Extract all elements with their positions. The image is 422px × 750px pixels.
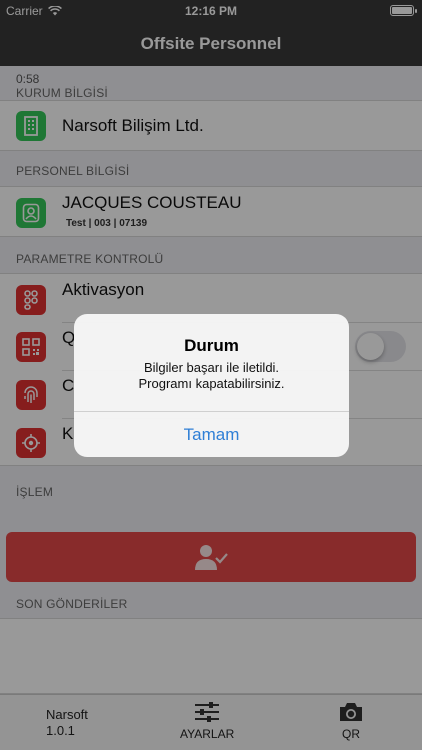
alert-dialog: Durum Bilgiler başarı ile iletildi. Prog… (74, 314, 349, 457)
alert-title: Durum (184, 336, 239, 355)
alert-message-line-2: Programı kapatabilirsiniz. (138, 376, 285, 391)
alert-message-line-1: Bilgiler başarı ile iletildi. (143, 360, 280, 375)
alert-message: Bilgiler başarı ile iletildi. Programı k… (90, 360, 333, 392)
ok-button[interactable]: Tamam (74, 412, 349, 457)
